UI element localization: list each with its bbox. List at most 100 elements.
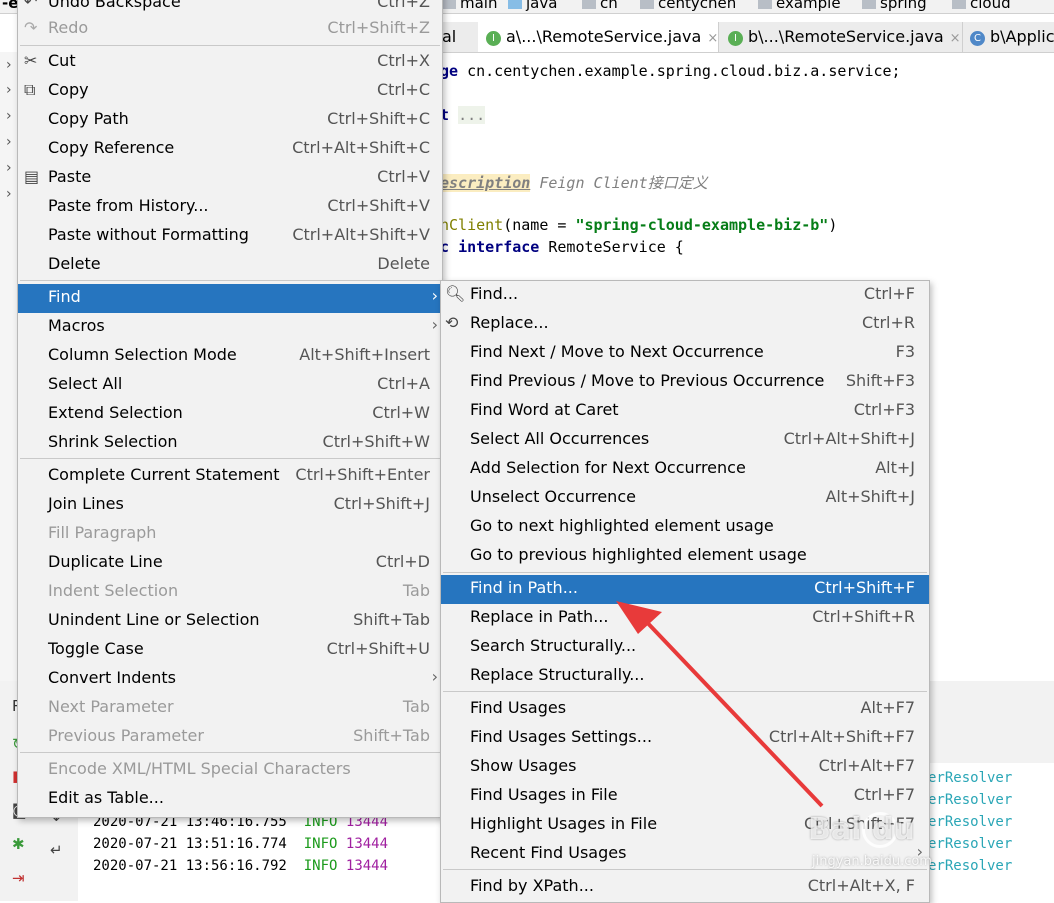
chevron-right-icon: › [431, 667, 438, 686]
menu-item-join-lines[interactable]: Join Lines Ctrl+Shift+J [18, 491, 442, 520]
menu-item-paste-without-formatting[interactable]: Paste without Formatting Ctrl+Alt+Shift+V [18, 222, 442, 251]
chevron-right-icon: › [431, 315, 438, 334]
menu-item-select-all[interactable]: Select All Ctrl+A [18, 371, 442, 400]
scissors-icon: ✂ [24, 51, 38, 70]
menu-item-find-in-path[interactable]: Find in Path... Ctrl+Shift+F [441, 575, 929, 604]
undo-icon: ↶ [24, 0, 38, 11]
menu-item-select-all-occurrences[interactable]: Select All Occurrences Ctrl+Alt+Shift+J [441, 426, 929, 455]
menu-item-convert-indents[interactable]: Convert Indents › [18, 665, 442, 694]
menu-item-next-parameter[interactable]: Next Parameter Tab [18, 694, 442, 723]
menu-item-unindent[interactable]: Unindent Line or Selection Shift+Tab [18, 607, 442, 636]
menu-item-shrink-selection[interactable]: Shrink Selection Ctrl+Shift+W [18, 429, 442, 458]
menu-item-column-selection-mode[interactable]: Column Selection Mode Alt+Shift+Insert [18, 342, 442, 371]
copy-icon: ⧉ [24, 80, 36, 99]
menu-item-replace[interactable]: ⟲ Replace... Ctrl+R [441, 310, 929, 339]
log-tail-text: erResolver [928, 770, 1013, 786]
edit-menu: ↶ Undo Backspace Ctrl+Z ↷ Redo Ctrl+Shift+Z … [17, 0, 443, 818]
log-tail-text: erResolver [928, 792, 1013, 808]
tab-b-application[interactable]: Cb\Applic [964, 22, 1054, 52]
log-tail-text: erResolver [928, 836, 1013, 852]
menu-item-copy-path[interactable]: Copy Path Ctrl+Shift+C [18, 106, 442, 135]
breadcrumb-centychen[interactable]: centychen [640, 0, 736, 12]
menu-item-duplicate-line[interactable]: Duplicate Line Ctrl+D [18, 549, 442, 578]
menu-separator [20, 45, 440, 46]
menu-item-find-dialog[interactable]: 🔍︎ Find... Ctrl+F [441, 281, 929, 310]
menu-item-find-by-xpath[interactable]: Find by XPath... Ctrl+Alt+X, F [441, 873, 929, 902]
interface-icon: I [728, 31, 743, 46]
menu-item-delete[interactable]: Delete Delete [18, 251, 442, 280]
close-icon[interactable]: × [950, 31, 961, 46]
menu-item-macros[interactable]: Macros › [18, 313, 442, 342]
menu-item-fill-paragraph[interactable]: Fill Paragraph [18, 520, 442, 549]
menu-item-replace-in-path[interactable]: Replace in Path... Ctrl+Shift+R [441, 604, 929, 633]
tab-a-remoteservice[interactable]: Ia\...\RemoteService.java × [478, 22, 719, 52]
chevron-right-icon[interactable]: › [6, 82, 12, 98]
code-line: escription Feign Client接口定义 [440, 174, 708, 192]
menu-item-encode-xml[interactable]: Encode XML/HTML Special Characters [18, 756, 442, 785]
menu-item-edit-as-table[interactable]: Edit as Table... [18, 785, 442, 814]
menu-item-replace-structurally[interactable]: Replace Structurally... [441, 662, 929, 691]
menu-item-next-highlighted-usage[interactable]: Go to next highlighted element usage [441, 513, 929, 542]
menu-item-complete-current-statement[interactable]: Complete Current Statement Ctrl+Shift+Ent… [18, 462, 442, 491]
soft-wrap-icon[interactable]: ↵ [50, 841, 63, 859]
redo-icon: ↷ [24, 18, 38, 37]
close-icon[interactable]: × [707, 31, 718, 46]
code-line: c interface RemoteService { [440, 238, 684, 256]
breadcrumb-java[interactable]: java [508, 0, 557, 12]
menu-item-find[interactable]: Find › [18, 284, 442, 313]
chevron-right-icon[interactable]: › [6, 160, 12, 176]
menu-item-search-structurally[interactable]: Search Structurally... [441, 633, 929, 662]
menu-separator [20, 752, 440, 753]
menu-item-unselect-occurrence[interactable]: Unselect Occurrence Alt+Shift+J [441, 484, 929, 513]
menu-item-find-usages-in-file[interactable]: Find Usages in File Ctrl+F7 [441, 782, 929, 811]
code-line: ge cn.centychen.example.spring.cloud.biz… [440, 62, 901, 80]
folded-imports[interactable]: ... [458, 106, 486, 124]
breadcrumb-spring[interactable]: spring [862, 0, 927, 12]
class-icon: C [970, 31, 985, 46]
folder-icon [640, 0, 654, 9]
debug-icon[interactable]: ✱ [12, 835, 25, 853]
folder-icon [862, 0, 876, 9]
menu-item-find-previous[interactable]: Find Previous / Move to Previous Occurre… [441, 368, 929, 397]
breadcrumb-cn[interactable]: cn [582, 0, 618, 12]
search-icon: 🔍︎ [445, 284, 466, 303]
menu-item-toggle-case[interactable]: Toggle Case Ctrl+Shift+U [18, 636, 442, 665]
chevron-right-icon[interactable]: › [6, 108, 12, 124]
menu-item-redo[interactable]: ↷ Redo Ctrl+Shift+Z [18, 15, 442, 44]
breadcrumb-main[interactable]: main [442, 0, 497, 12]
exit-icon[interactable]: ⇥ [12, 869, 25, 887]
breadcrumb-example[interactable]: example [758, 0, 841, 12]
chevron-right-icon[interactable]: › [6, 186, 12, 202]
menu-item-show-usages[interactable]: Show Usages Ctrl+Alt+F7 [441, 753, 929, 782]
breadcrumb-cloud[interactable]: cloud [952, 0, 1011, 12]
chevron-right-icon[interactable]: › [6, 57, 12, 73]
menu-item-previous-highlighted-usage[interactable]: Go to previous highlighted element usage [441, 542, 929, 571]
menu-item-paste[interactable]: ▤ Paste Ctrl+V [18, 164, 442, 193]
menu-item-find-usages[interactable]: Find Usages Alt+F7 [441, 695, 929, 724]
tab-partial[interactable]: al [440, 22, 479, 52]
find-submenu: 🔍︎ Find... Ctrl+F ⟲ Replace... Ctrl+R Find N… [440, 280, 930, 903]
menu-separator [20, 280, 440, 281]
menu-item-indent-selection[interactable]: Indent Selection Tab [18, 578, 442, 607]
menu-separator [443, 869, 927, 870]
menu-item-find-usages-settings[interactable]: Find Usages Settings... Ctrl+Alt+Shift+F7 [441, 724, 929, 753]
menu-item-paste-from-history[interactable]: Paste from History... Ctrl+Shift+V [18, 193, 442, 222]
watermark-site: jingyan.baidu.com [812, 854, 932, 869]
folder-icon [758, 0, 772, 9]
menu-item-find-word-at-caret[interactable]: Find Word at Caret Ctrl+F3 [441, 397, 929, 426]
clipboard-icon: ▤ [24, 167, 40, 186]
menu-separator [443, 691, 927, 692]
watermark-brand: Bai du [808, 812, 915, 847]
menu-item-previous-parameter[interactable]: Previous Parameter Shift+Tab [18, 723, 442, 752]
editor-tab-bar: al Ia\...\RemoteService.java × Ib\...\Rem… [440, 22, 1054, 53]
menu-item-cut[interactable]: ✂ Cut Ctrl+X [18, 48, 442, 77]
menu-separator [20, 458, 440, 459]
menu-item-copy[interactable]: ⧉ Copy Ctrl+C [18, 77, 442, 106]
chevron-right-icon[interactable]: › [6, 134, 12, 150]
menu-item-extend-selection[interactable]: Extend Selection Ctrl+W [18, 400, 442, 429]
code-line: nClient(name = "spring-cloud-example-biz… [440, 216, 838, 234]
menu-item-copy-reference[interactable]: Copy Reference Ctrl+Alt+Shift+C [18, 135, 442, 164]
menu-item-find-next[interactable]: Find Next / Move to Next Occurrence F3 [441, 339, 929, 368]
menu-item-add-selection-next[interactable]: Add Selection for Next Occurrence Alt+J [441, 455, 929, 484]
tab-b-remoteservice[interactable]: Ib\...\RemoteService.java × [720, 22, 963, 52]
